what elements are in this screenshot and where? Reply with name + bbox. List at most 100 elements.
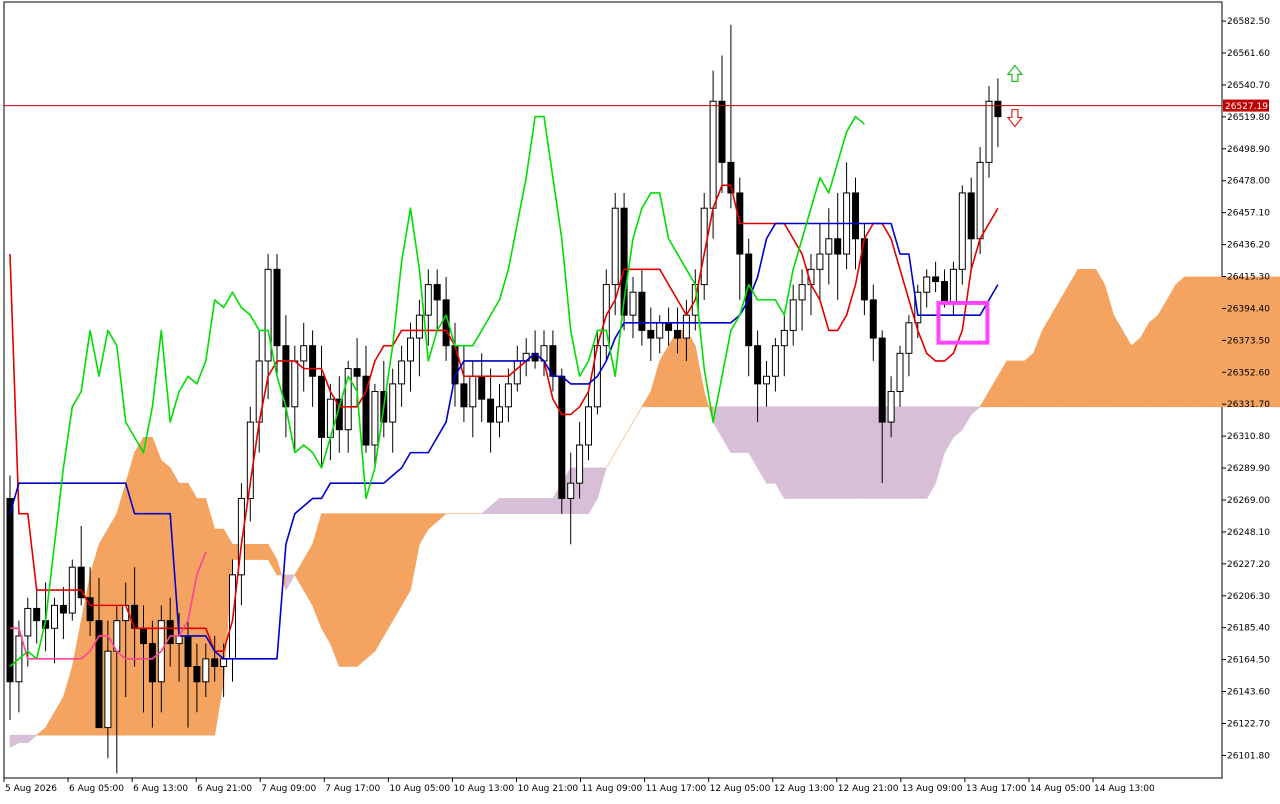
candle-body-bull [104, 650, 112, 729]
x-tick-label: 11 Aug 17:00 [646, 784, 707, 794]
kumo-segment [356, 513, 367, 668]
candle-body-bear [309, 345, 317, 377]
candle-body-bear [6, 497, 14, 683]
kumo-segment [837, 406, 847, 499]
x-tick-label: 6 Aug 05:00 [69, 784, 124, 794]
candle-body-bull [202, 658, 210, 683]
y-tick-label: 26415.30 [1227, 273, 1270, 283]
candle-body-bull [291, 360, 299, 408]
candle-body-bear [211, 658, 219, 667]
candle-body-bear [754, 345, 762, 385]
candle-body-bear [460, 383, 468, 408]
candle-body-bull [896, 352, 904, 393]
candle-body-bear [148, 643, 156, 683]
kumo-segment [134, 436, 144, 736]
kumo-segment [1042, 314, 1052, 408]
candle-body-bull [567, 482, 575, 499]
candle-body-bull [264, 268, 272, 362]
kumo-segment [392, 513, 402, 622]
kumo-segment [178, 482, 189, 736]
kumo-segment [801, 406, 812, 499]
kumo-segment [677, 330, 687, 408]
y-tick-label: 26289.90 [1227, 464, 1270, 474]
candle-body-bear [193, 665, 201, 683]
y-tick-label: 26352.60 [1227, 368, 1270, 378]
candle-body-bear [941, 281, 948, 304]
y-tick-label: 26457.10 [1227, 209, 1270, 219]
kumo-segment [1024, 352, 1034, 408]
kumo-segment [169, 466, 180, 736]
kumo-segment [1059, 283, 1070, 408]
kumo-segment [383, 513, 394, 638]
candle-body-bull [24, 607, 32, 637]
x-tick-label: 10 Aug 13:00 [453, 784, 514, 794]
candle-body-bull [175, 635, 183, 645]
kumo-segment [819, 406, 830, 499]
candle-body-bull [504, 383, 512, 408]
x-tick-label: 12 Aug 05:00 [710, 784, 771, 794]
candle-body-bull [958, 192, 966, 270]
candle-body-bear [184, 635, 192, 667]
kumo-segment [338, 513, 349, 667]
candle-body-bear [834, 238, 842, 255]
candle-body-bull [682, 314, 690, 339]
kumo-segment [1140, 321, 1150, 408]
candle-body-bull [905, 322, 913, 354]
y-tick-label: 26164.50 [1227, 656, 1270, 666]
x-tick-label: 14 Aug 13:00 [1094, 784, 1155, 794]
y-tick-label: 26478.00 [1227, 177, 1270, 187]
candle-body-bear [478, 375, 486, 400]
candle-body-bull [407, 337, 414, 362]
candle-body-bull [887, 391, 895, 423]
y-tick-label: 26519.80 [1227, 113, 1270, 123]
kumo-segment [525, 498, 536, 515]
candle-body-bull [763, 375, 770, 385]
kumo-segment [143, 437, 153, 736]
candle [958, 185, 966, 285]
y-tick-label: 26310.80 [1227, 432, 1270, 442]
x-tick-label: 11 Aug 09:00 [582, 784, 643, 794]
kumo-segment [1131, 337, 1141, 408]
kumo-segment [499, 498, 509, 515]
candle-body-bull [415, 314, 423, 339]
candle [620, 192, 628, 331]
candle-body-bull [709, 100, 717, 209]
kumo-segment [1157, 298, 1168, 408]
kumo-segment [330, 513, 340, 667]
candle-body-bull [656, 322, 664, 339]
kumo-segment [125, 452, 135, 736]
chart-svg: 26527.19 26582.50 26561.60 26540.70 26519.8… [3, 1, 1280, 794]
candle-body-bear [353, 368, 361, 377]
kumo-segment [1006, 360, 1017, 408]
x-tick-label: 13 Aug 17:00 [966, 784, 1027, 794]
kumo-segment [1068, 268, 1079, 408]
x-tick-label: 7 Aug 09:00 [261, 784, 316, 794]
x-tick-label: 12 Aug 21:00 [838, 784, 899, 794]
kumo-segment [321, 513, 331, 645]
kumo-segment [864, 406, 874, 499]
kumo-segment [374, 513, 385, 653]
kumo-segment [1113, 314, 1123, 408]
kumo-segment [917, 406, 928, 499]
candle-body-bear [878, 337, 886, 423]
candle-body-bull [424, 284, 432, 316]
y-tick-label: 26436.20 [1227, 241, 1270, 251]
kumo-segment [1148, 314, 1159, 408]
candle-body-bear [33, 607, 41, 622]
kumo-segment [1015, 360, 1025, 408]
kumo-segment [161, 459, 171, 736]
x-tick-label: 6 Aug 13:00 [133, 784, 188, 794]
kumo-segment [1175, 276, 1186, 408]
y-tick-label: 26373.50 [1227, 336, 1270, 346]
kumo-segment [899, 406, 910, 499]
kumo-segment [775, 406, 785, 500]
candle-body-bear [932, 276, 940, 283]
x-tick-label: 14 Aug 05:00 [1030, 784, 1091, 794]
candle-body-bull [825, 238, 833, 255]
y-tick-label: 26101.80 [1227, 751, 1270, 761]
x-tick-label: 7 Aug 17:00 [325, 784, 380, 794]
candle-body-bull [300, 345, 308, 362]
candle-body-bull [780, 329, 788, 347]
candle-body-bull [496, 406, 503, 423]
candle-body-bear [647, 329, 655, 339]
